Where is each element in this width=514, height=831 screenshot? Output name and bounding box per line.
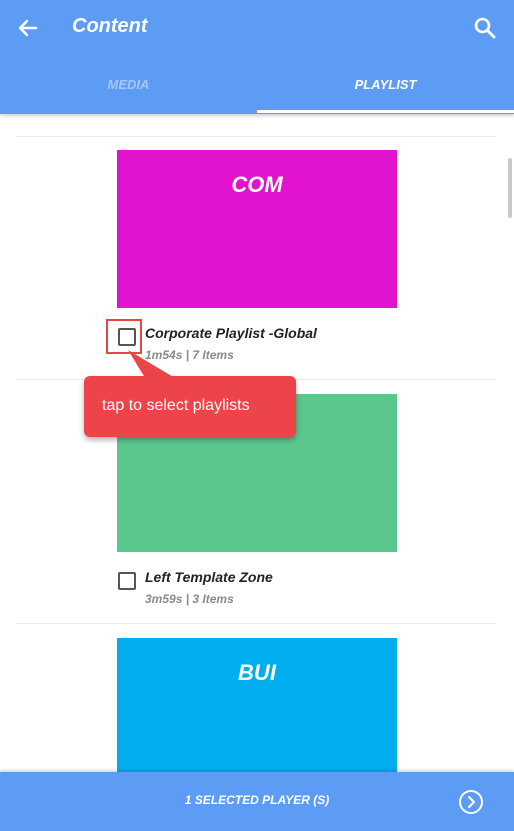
tab-playlist[interactable]: PLAYLIST: [257, 56, 514, 112]
playlist-checkbox[interactable]: [118, 572, 136, 590]
arrow-left-icon: [18, 19, 38, 37]
list-divider: [16, 136, 496, 137]
search-icon: [474, 17, 496, 39]
thumbnail-label: BUI: [238, 660, 276, 685]
active-tab-indicator: [257, 110, 514, 113]
app-bar: Content MEDIA PLAYLIST: [0, 0, 514, 114]
playlist-name: Corporate Playlist -Global: [145, 325, 317, 341]
playlist-checkbox[interactable]: [118, 328, 136, 346]
callout-text: tap to select playlists: [102, 397, 250, 414]
bottom-bar: 1 SELECTED PLAYER (S): [0, 772, 514, 831]
page-title: Content: [72, 15, 148, 37]
next-button[interactable]: [458, 789, 484, 815]
thumbnail-label: COM: [231, 172, 283, 197]
playlist-list[interactable]: COM Corporate Playlist -Global 1m54s | 7…: [0, 114, 514, 772]
tab-media[interactable]: MEDIA: [0, 56, 257, 112]
tooltip-callout: tap to select playlists: [84, 376, 296, 437]
back-button[interactable]: [14, 14, 42, 42]
playlist-thumbnail[interactable]: BUI: [117, 638, 397, 772]
playlist-name: Left Template Zone: [145, 569, 273, 585]
scrollbar[interactable]: [508, 158, 512, 218]
playlist-meta: 3m59s | 3 Items: [145, 592, 234, 606]
playlist-thumbnail[interactable]: COM: [117, 150, 397, 308]
search-button[interactable]: [472, 15, 498, 41]
selected-players-label: 1 SELECTED PLAYER (S): [184, 793, 330, 807]
chevron-right-circle-icon: [459, 790, 483, 814]
list-divider: [16, 623, 496, 624]
